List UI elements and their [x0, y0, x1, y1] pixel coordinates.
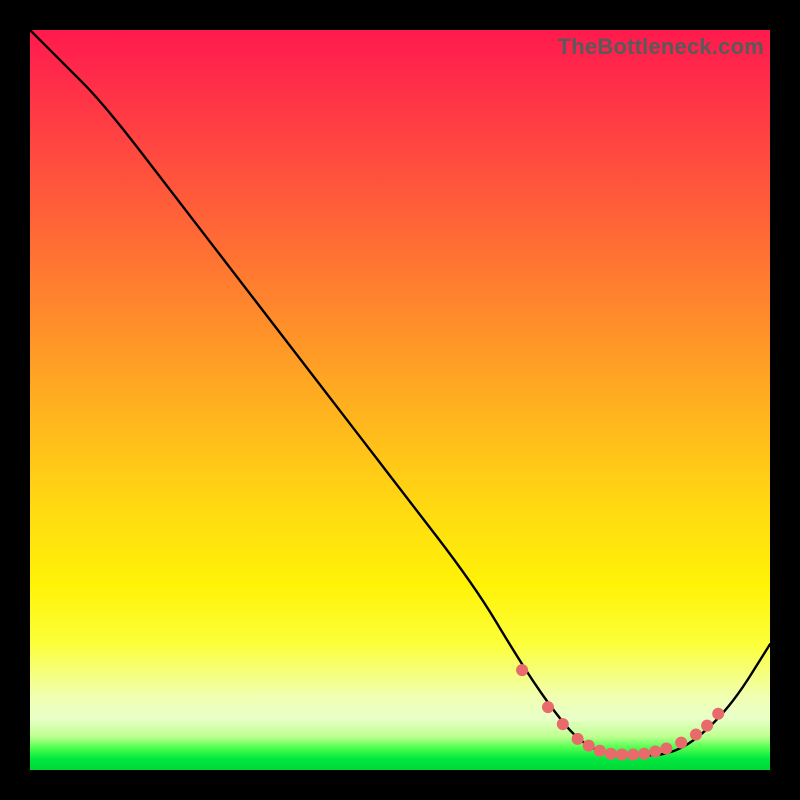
marker-dot	[649, 746, 661, 758]
marker-dot	[616, 749, 628, 761]
chart-stage: TheBottleneck.com	[0, 0, 800, 800]
marker-dot	[542, 701, 554, 713]
marker-dot	[690, 729, 702, 741]
marker-dot	[572, 733, 584, 745]
marker-dot	[701, 720, 713, 732]
plot-area: TheBottleneck.com	[30, 30, 770, 770]
marker-dot	[516, 664, 528, 676]
bottleneck-curve	[30, 30, 770, 755]
marker-dot	[605, 748, 617, 760]
curve-layer	[30, 30, 770, 770]
marker-dot	[660, 743, 672, 755]
marker-dot	[594, 745, 606, 757]
marker-dot	[675, 737, 687, 749]
marker-dot	[712, 708, 724, 720]
watermark-label: TheBottleneck.com	[558, 34, 764, 60]
marker-dot	[557, 718, 569, 730]
marker-dot	[583, 740, 595, 752]
marker-group	[516, 664, 724, 760]
marker-dot	[638, 748, 650, 760]
marker-dot	[627, 749, 639, 761]
